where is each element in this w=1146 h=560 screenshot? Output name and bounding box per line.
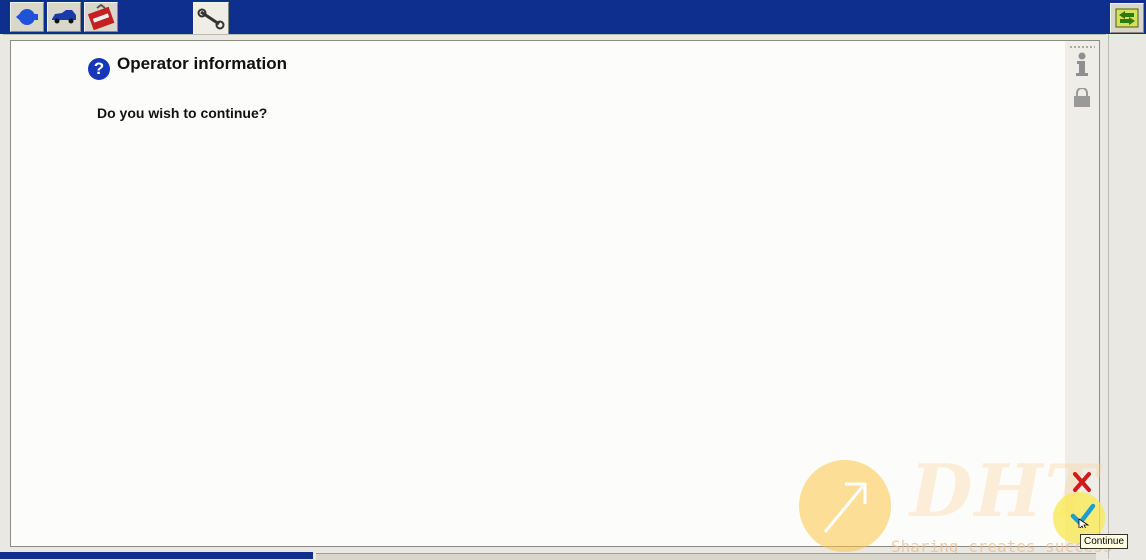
watermark-circle xyxy=(799,460,891,552)
swap-button[interactable] xyxy=(1110,3,1144,33)
wrench-tab[interactable] xyxy=(193,2,229,35)
wrench-icon xyxy=(197,8,225,29)
toolbox-button[interactable] xyxy=(84,2,118,32)
panel-grip xyxy=(1069,45,1095,49)
watermark-arrow-icon xyxy=(823,482,867,533)
lock-icon[interactable] xyxy=(1073,88,1091,108)
back-arrow-icon xyxy=(16,9,38,25)
status-bar xyxy=(0,552,313,559)
dialog-title: Operator information xyxy=(117,54,288,73)
vehicle-icon xyxy=(52,10,76,24)
top-toolbar xyxy=(0,0,1146,34)
right-rail xyxy=(1108,34,1146,559)
toolbox-icon xyxy=(87,4,115,30)
swap-arrows-icon xyxy=(1115,8,1139,28)
back-arrow-button[interactable] xyxy=(10,2,44,32)
info-icon[interactable] xyxy=(1072,52,1092,78)
dialog-question: Do you wish to continue? xyxy=(97,105,268,121)
checkmark-icon[interactable] xyxy=(1070,502,1096,528)
question-icon: ? xyxy=(88,58,110,80)
vehicle-button[interactable] xyxy=(47,2,81,32)
cancel-x-icon[interactable] xyxy=(1071,471,1093,493)
continue-tooltip: Continue xyxy=(1080,534,1129,549)
